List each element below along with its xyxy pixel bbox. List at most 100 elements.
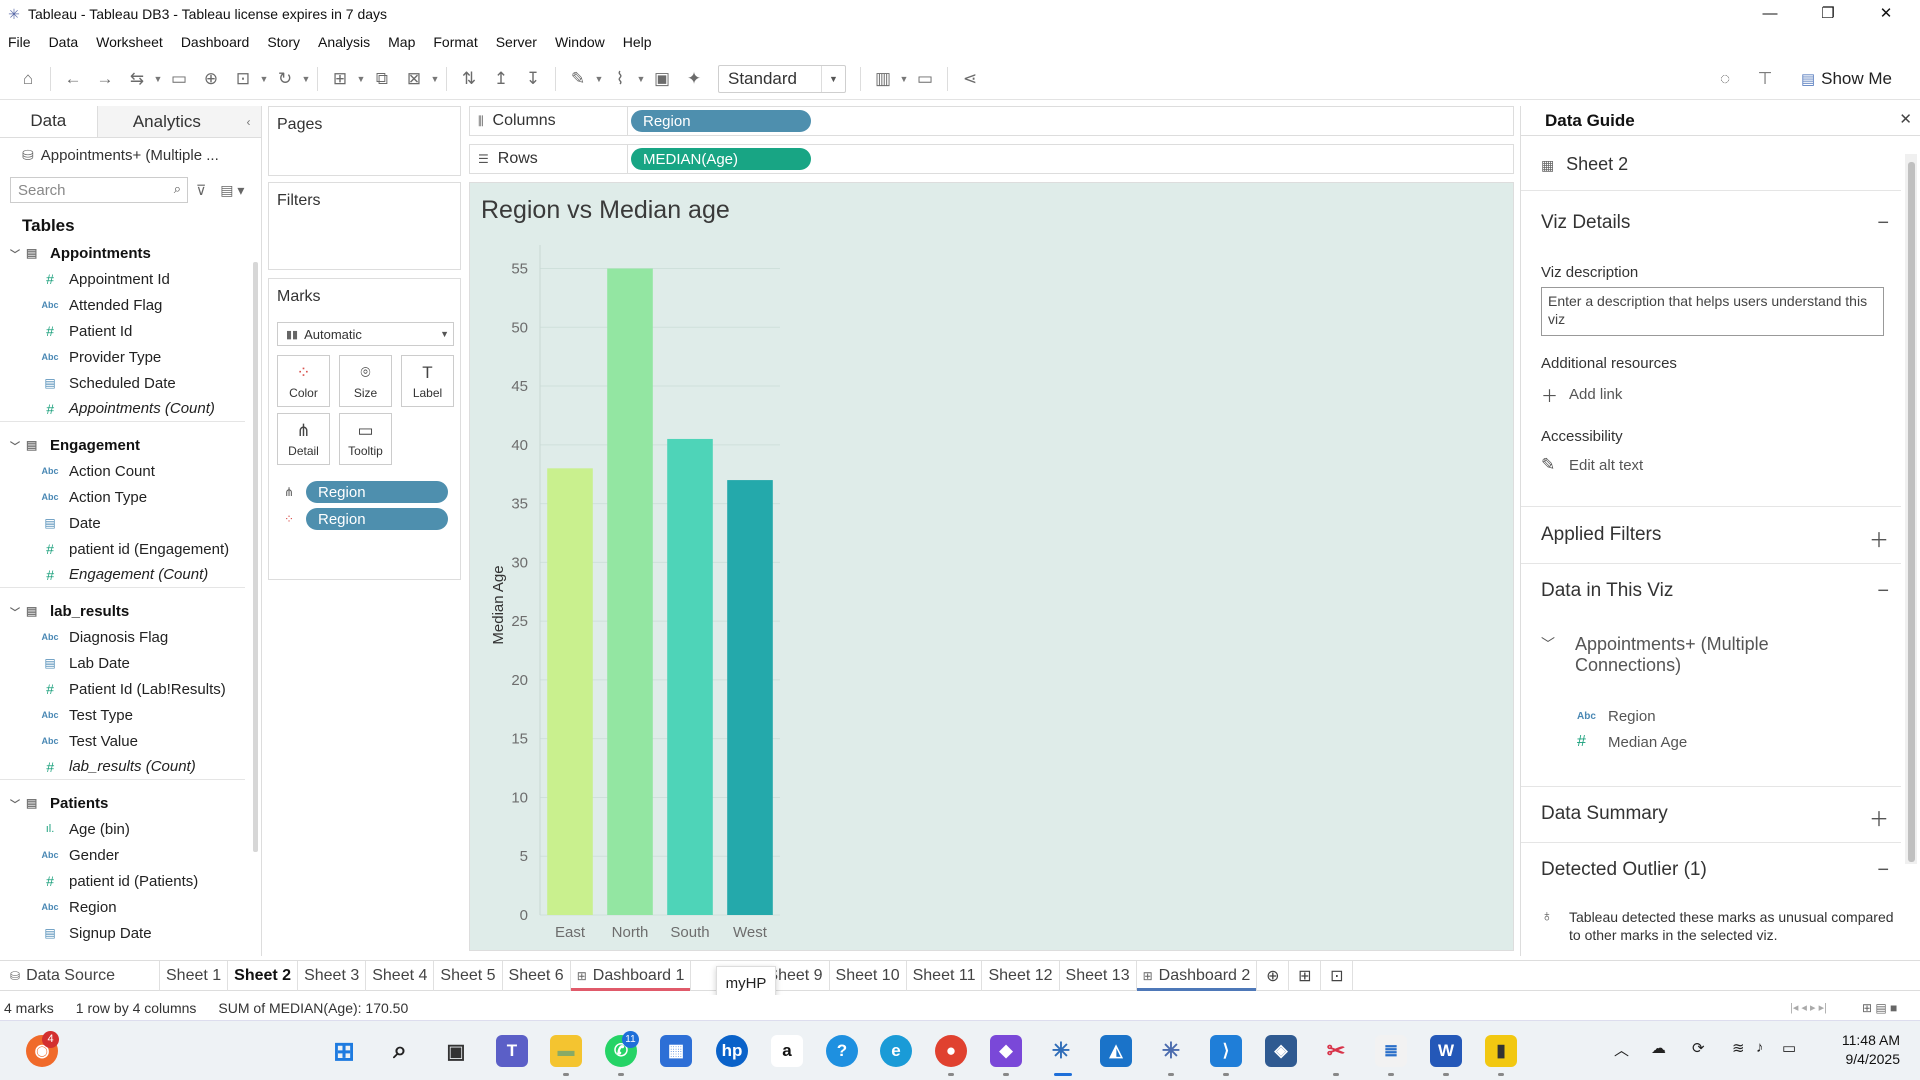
windows-start-icon[interactable]: ⊞ [328, 1035, 360, 1067]
field-item[interactable]: Abc Test Value [0, 728, 261, 754]
hp-icon[interactable]: hp [716, 1035, 748, 1067]
viz-details-header[interactable]: Viz Details − [1521, 212, 1901, 234]
rows-shelf[interactable]: ☰ Rows MEDIAN(Age) [469, 144, 1514, 174]
field-item[interactable]: ▤ Signup Date [0, 920, 261, 946]
chevron-down-icon[interactable]: ▼ [636, 74, 646, 84]
rows-median-age-pill[interactable]: MEDIAN(Age) [631, 148, 811, 170]
filters-card[interactable]: Filters [268, 182, 461, 270]
highlight-icon[interactable]: ✎ [562, 63, 594, 95]
collapse-icon[interactable]: − [1877, 580, 1889, 603]
search-icon[interactable]: ⌕ [384, 1035, 416, 1067]
vscode-icon[interactable]: ⟩ [1210, 1035, 1242, 1067]
field-item[interactable]: # Patient Id (Lab!Results) [0, 676, 261, 702]
field-item[interactable]: Abc Diagnosis Flag [0, 624, 261, 650]
snipping-tool-icon[interactable]: ✂ [1320, 1035, 1352, 1067]
add-link-button[interactable]: ＋ Add link [1521, 382, 1901, 407]
field-item[interactable]: Abc Test Type [0, 702, 261, 728]
photos-icon[interactable]: ◭ [1100, 1035, 1132, 1067]
mark-type-dropdown[interactable]: ▮▮ Automatic ▼ [277, 322, 454, 346]
show-me-button[interactable]: ▤ Show Me [1801, 63, 1892, 95]
system-clock[interactable]: 11:48 AM 9/4/2025 [1842, 1031, 1900, 1069]
datasource-tree-item[interactable]: ﹀ Appointments+ (Multiple Connections) [1521, 634, 1901, 676]
presentation-mode-icon[interactable]: ▭ [909, 63, 941, 95]
tooltip-button[interactable]: ▭ Tooltip [339, 413, 392, 465]
expand-icon[interactable]: ＋ [1869, 524, 1889, 553]
view-mode-icon[interactable]: ⊞ ▤ ■ [1862, 1001, 1897, 1015]
cloud-sync-icon[interactable]: ☁ [1651, 1039, 1666, 1057]
show-cards-icon[interactable]: ▥ [867, 63, 899, 95]
close-window-button[interactable]: ✕ [1858, 0, 1914, 28]
data-in-viz-header[interactable]: Data in This Viz − [1521, 580, 1901, 602]
chevron-down-icon[interactable]: ﹀ [10, 438, 24, 453]
field-item[interactable]: Abc Attended Flag [0, 292, 261, 318]
detail-button[interactable]: ⋔ Detail [277, 413, 330, 465]
field-item[interactable]: # Appointments (Count) [0, 396, 245, 422]
tab-sheet-1[interactable]: Sheet 1 [160, 960, 229, 991]
chevron-down-icon[interactable]: ﹀ [10, 246, 24, 261]
columns-region-pill[interactable]: Region [631, 110, 811, 132]
close-icon[interactable]: ✕ [1899, 110, 1912, 128]
field-item[interactable]: # Appointment Id [0, 266, 261, 292]
chevron-down-icon[interactable]: ▼ [259, 74, 269, 84]
microsoft-store-icon[interactable]: ▦ [660, 1035, 692, 1067]
chevron-down-icon[interactable]: ﹀ [10, 796, 24, 811]
scrollbar-thumb[interactable] [1908, 162, 1915, 862]
collapse-icon[interactable]: − [1877, 859, 1889, 882]
data-guide-scrollbar[interactable] [1905, 154, 1917, 864]
duplicate-sheet-icon[interactable]: ⧉ [366, 63, 398, 95]
new-worksheet-icon[interactable]: ⊕ [1257, 960, 1290, 991]
field-item[interactable]: ▤ Scheduled Date [0, 370, 261, 396]
field-item[interactable]: # lab_results (Count) [0, 754, 245, 780]
share-icon[interactable]: ⋖ [954, 63, 986, 95]
field-item[interactable]: # patient id (Patients) [0, 868, 261, 894]
field-item[interactable]: # Engagement (Count) [0, 562, 245, 588]
collapse-pane-icon[interactable]: ‹ [236, 106, 261, 137]
update-icon[interactable]: ⟳ [1692, 1039, 1705, 1057]
tab-sheet-2[interactable]: Sheet 2 [228, 960, 299, 991]
table-group[interactable]: ﹀ ▤ lab_results [0, 598, 261, 624]
refresh-icon[interactable]: ↻ [269, 63, 301, 95]
pause-auto-updates-icon[interactable]: ⊡ [227, 63, 259, 95]
tab-sheet-4[interactable]: Sheet 4 [366, 960, 435, 991]
tab-sheet-13[interactable]: Sheet 13 [1060, 960, 1137, 991]
search-input[interactable]: Search ⌕ [10, 177, 188, 203]
menu-data[interactable]: Data [40, 34, 88, 50]
swap-rows-columns-icon[interactable]: ⇅ [453, 63, 485, 95]
expand-icon[interactable]: ＋ [1869, 803, 1889, 832]
home-icon[interactable]: ⌂ [12, 63, 44, 95]
tab-sheet-5[interactable]: Sheet 5 [434, 960, 503, 991]
tab-dashboard-2[interactable]: ⊞ Dashboard 2 [1136, 960, 1258, 991]
menu-file[interactable]: File [0, 34, 40, 50]
help-icon[interactable]: ? [826, 1035, 858, 1067]
data-source-item[interactable]: ⛁ Appointments+ (Multiple ... [0, 138, 261, 172]
volume-icon[interactable]: ♪ [1756, 1039, 1764, 1056]
detail-region-pill[interactable]: Region [306, 481, 448, 503]
menu-help[interactable]: Help [614, 34, 661, 50]
redo-icon[interactable]: → [89, 63, 121, 95]
chevron-down-icon[interactable]: ▼ [153, 74, 163, 84]
notepad-icon[interactable]: ≣ [1375, 1035, 1407, 1067]
applied-filters-header[interactable]: Applied Filters ＋ [1521, 524, 1901, 552]
sort-descending-icon[interactable]: ↧ [517, 63, 549, 95]
menu-server[interactable]: Server [487, 34, 546, 50]
chevron-down-icon[interactable]: ▼ [594, 74, 604, 84]
tab-dashboard-1[interactable]: ⊞ Dashboard 1 [570, 960, 692, 991]
field-item[interactable]: ▤ Lab Date [0, 650, 261, 676]
field-item[interactable]: Abc Action Count [0, 458, 261, 484]
collapse-icon[interactable]: − [1877, 212, 1889, 235]
teams-icon[interactable]: T [496, 1035, 528, 1067]
clear-sheet-icon[interactable]: ⊠ [398, 63, 430, 95]
table-group[interactable]: ﹀ ▤ Appointments [0, 240, 261, 266]
fix-axes-icon[interactable]: ✦ [678, 63, 710, 95]
new-data-source-icon[interactable]: ⊕ [195, 63, 227, 95]
field-item[interactable]: Abc Provider Type [0, 344, 261, 370]
chevron-down-icon[interactable]: ▼ [899, 74, 909, 84]
word-icon[interactable]: W [1430, 1035, 1462, 1067]
new-worksheet-icon[interactable]: ⊞ [324, 63, 356, 95]
new-story-icon[interactable]: ⊡ [1321, 960, 1354, 991]
label-button[interactable]: T Label [401, 355, 454, 407]
tab-data[interactable]: Data [0, 106, 97, 137]
table-group[interactable]: ﹀ ▤ Patients [0, 790, 261, 816]
columns-shelf[interactable]: ⫼ Columns Region [469, 106, 1514, 136]
detected-outlier-header[interactable]: Detected Outlier (1) − [1521, 859, 1901, 881]
